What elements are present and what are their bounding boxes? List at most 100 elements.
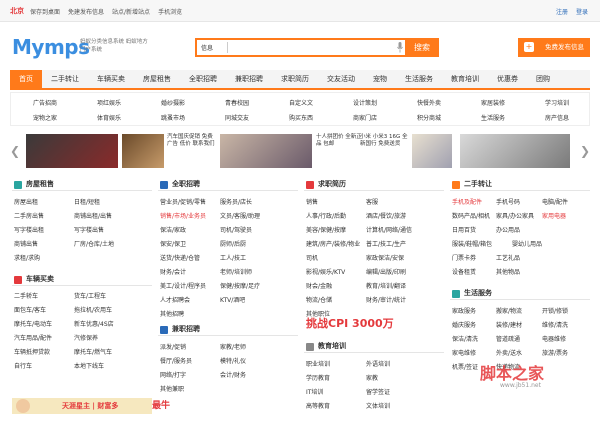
secondhand-link[interactable]: 婴幼儿用品 bbox=[512, 239, 542, 248]
job-link[interactable]: 其他招聘 bbox=[160, 309, 184, 318]
house-link[interactable]: 求租/求购 bbox=[14, 253, 40, 262]
house-link[interactable]: 商铺出租/出售 bbox=[74, 211, 112, 220]
job-link[interactable]: 保安/保卫 bbox=[160, 239, 186, 248]
life-link[interactable]: 电器维修 bbox=[542, 334, 566, 343]
secondhand-link[interactable]: 家具/办公家具 bbox=[496, 211, 534, 220]
secondhand-link[interactable]: 门票卡券 bbox=[452, 253, 476, 262]
job-link[interactable]: 人才招聘会 bbox=[160, 295, 190, 304]
resume-link[interactable]: 计算机/网络/通信 bbox=[366, 225, 412, 234]
nav-item[interactable]: 车辆买卖 bbox=[88, 70, 134, 88]
nav-item-home[interactable]: 首页 bbox=[10, 70, 42, 88]
resume-link[interactable]: 编辑/出版/印刷 bbox=[366, 267, 406, 276]
ad-item[interactable] bbox=[460, 134, 570, 168]
secondhand-link[interactable]: 家用电器 bbox=[542, 211, 566, 220]
subcategory-link[interactable]: 房产信息 bbox=[545, 113, 569, 122]
promo-banner[interactable]: 天涯星主 | 财富多 bbox=[12, 398, 152, 414]
edu-link[interactable]: 职业培训 bbox=[306, 359, 330, 368]
house-link[interactable]: 房屋出租 bbox=[14, 197, 38, 206]
top-link[interactable]: 免建发布信息 bbox=[68, 7, 104, 16]
life-link[interactable]: 外卖/送水 bbox=[496, 348, 522, 357]
subcategory-link[interactable]: 同城交友 bbox=[225, 113, 249, 122]
subcategory-link[interactable]: 购买东西 bbox=[289, 113, 313, 122]
car-link[interactable]: 新车优惠/4S店 bbox=[74, 319, 114, 328]
secondhand-link[interactable]: 数码产品/相机 bbox=[452, 211, 490, 220]
register-link[interactable]: 注册 bbox=[556, 7, 568, 16]
house-link[interactable]: 厂房/仓库/土地 bbox=[74, 239, 114, 248]
section-title-secondhand[interactable]: 二手转让 bbox=[450, 178, 590, 191]
nav-item[interactable]: 优惠券 bbox=[488, 70, 527, 88]
top-link[interactable]: 保存到桌面 bbox=[30, 7, 60, 16]
parttime-link[interactable]: 模特/礼仪 bbox=[220, 356, 246, 365]
resume-link[interactable]: 普工/技工/生产 bbox=[366, 239, 406, 248]
resume-link[interactable]: 物流/仓储 bbox=[306, 295, 332, 304]
life-link[interactable]: 装修/建材 bbox=[496, 320, 522, 329]
subcategory-link[interactable]: 体育娱乐 bbox=[97, 113, 121, 122]
life-link[interactable]: 搬家/物流 bbox=[496, 306, 522, 315]
secondhand-link[interactable]: 设备租赁 bbox=[452, 267, 476, 276]
subcategory-link[interactable]: 跳蚤市场 bbox=[161, 113, 185, 122]
secondhand-link[interactable]: 工艺礼品 bbox=[496, 253, 520, 262]
subcategory-link[interactable]: 快餐外卖 bbox=[417, 98, 441, 107]
section-title-house[interactable]: 房屋租售 bbox=[12, 178, 152, 191]
subcategory-link[interactable]: 学习培训 bbox=[545, 98, 569, 107]
parttime-link[interactable]: 其他兼职 bbox=[160, 384, 184, 393]
section-title-edu[interactable]: 教育培训 bbox=[304, 340, 444, 353]
life-link[interactable]: 开锁/修锁 bbox=[542, 306, 568, 315]
section-title-fulltime[interactable]: 全职招聘 bbox=[158, 178, 298, 191]
nav-item[interactable]: 交友活动 bbox=[318, 70, 364, 88]
secondhand-link[interactable]: 手机及配件 bbox=[452, 197, 482, 206]
life-link[interactable]: 管道疏通 bbox=[496, 334, 520, 343]
job-link[interactable]: 营业员/促销/零售 bbox=[160, 197, 206, 206]
house-link[interactable]: 写字楼出售 bbox=[74, 225, 104, 234]
ad-item[interactable]: 汽车国庆促销 免费广告 低价 联系我们 bbox=[122, 134, 215, 168]
ad-item[interactable]: 小米 小米3 16G 全新国行 免费送货 bbox=[360, 134, 452, 168]
secondhand-link[interactable]: 日用百货 bbox=[452, 225, 476, 234]
job-link[interactable]: 司机/驾驶员 bbox=[220, 225, 252, 234]
job-link[interactable]: 厨师/后厨 bbox=[220, 239, 246, 248]
subcategory-link[interactable]: 商家门店 bbox=[353, 113, 377, 122]
job-link[interactable]: 文员/客服/助理 bbox=[220, 211, 260, 220]
ad-item[interactable] bbox=[26, 134, 118, 168]
subcategory-link[interactable]: 生活服务 bbox=[481, 113, 505, 122]
nav-item[interactable]: 二手转让 bbox=[42, 70, 88, 88]
section-title-life[interactable]: 生活服务 bbox=[450, 287, 590, 300]
edu-link[interactable]: 家教 bbox=[366, 373, 378, 382]
secondhand-link[interactable]: 服装/鞋帽/箱包 bbox=[452, 239, 492, 248]
job-link[interactable]: 工人/技工 bbox=[220, 253, 246, 262]
chevron-right-icon[interactable]: ❯ bbox=[580, 144, 590, 158]
resume-link[interactable]: 销售 bbox=[306, 197, 318, 206]
job-link[interactable]: 服务员/店长 bbox=[220, 197, 252, 206]
section-title-cars[interactable]: 车辆买卖 bbox=[12, 273, 152, 286]
life-link[interactable]: 家电维修 bbox=[452, 348, 476, 357]
edu-link[interactable]: 外语培训 bbox=[366, 359, 390, 368]
nav-item[interactable]: 生活服务 bbox=[396, 70, 442, 88]
site-logo[interactable]: Mymps bbox=[12, 35, 90, 59]
resume-link[interactable]: 教育/培训/翻译 bbox=[366, 281, 406, 290]
life-link[interactable]: 家政服务 bbox=[452, 306, 476, 315]
house-link[interactable]: 商铺出售 bbox=[14, 239, 38, 248]
nav-item[interactable]: 全职招聘 bbox=[180, 70, 226, 88]
life-link[interactable]: 机票/签证 bbox=[452, 362, 478, 371]
edu-link[interactable]: 学历教育 bbox=[306, 373, 330, 382]
search-button[interactable]: 搜索 bbox=[405, 38, 439, 57]
secondhand-link[interactable]: 电脑/配件 bbox=[542, 197, 568, 206]
job-link[interactable]: 保健/按摩/足疗 bbox=[220, 281, 260, 290]
resume-link[interactable]: 建筑/房产/装修/物业 bbox=[306, 239, 360, 248]
subcategory-link[interactable]: 广告招商 bbox=[33, 98, 57, 107]
chevron-left-icon[interactable]: ❮ bbox=[10, 144, 20, 158]
login-link[interactable]: 登录 bbox=[576, 7, 588, 16]
house-link[interactable]: 日租/短租 bbox=[74, 197, 100, 206]
secondhand-link[interactable]: 手机号码 bbox=[496, 197, 520, 206]
subcategory-link[interactable]: 自定义文 bbox=[289, 98, 313, 107]
life-link[interactable]: 维修/清洗 bbox=[542, 320, 568, 329]
job-link[interactable]: 老师/培训师 bbox=[220, 267, 252, 276]
ad-item[interactable] bbox=[220, 134, 312, 168]
resume-link[interactable]: 客服 bbox=[366, 197, 378, 206]
parttime-link[interactable]: 会计/财务 bbox=[220, 370, 246, 379]
life-link[interactable]: 保洁/清洗 bbox=[452, 334, 478, 343]
resume-link[interactable]: 财务/审计/统计 bbox=[366, 295, 406, 304]
search-category-select[interactable]: 信息 bbox=[201, 43, 213, 52]
car-link[interactable]: 货车/工程车 bbox=[74, 291, 106, 300]
subcategory-link[interactable]: 家居装修 bbox=[481, 98, 505, 107]
resume-link[interactable]: 家政保洁/安保 bbox=[366, 253, 404, 262]
